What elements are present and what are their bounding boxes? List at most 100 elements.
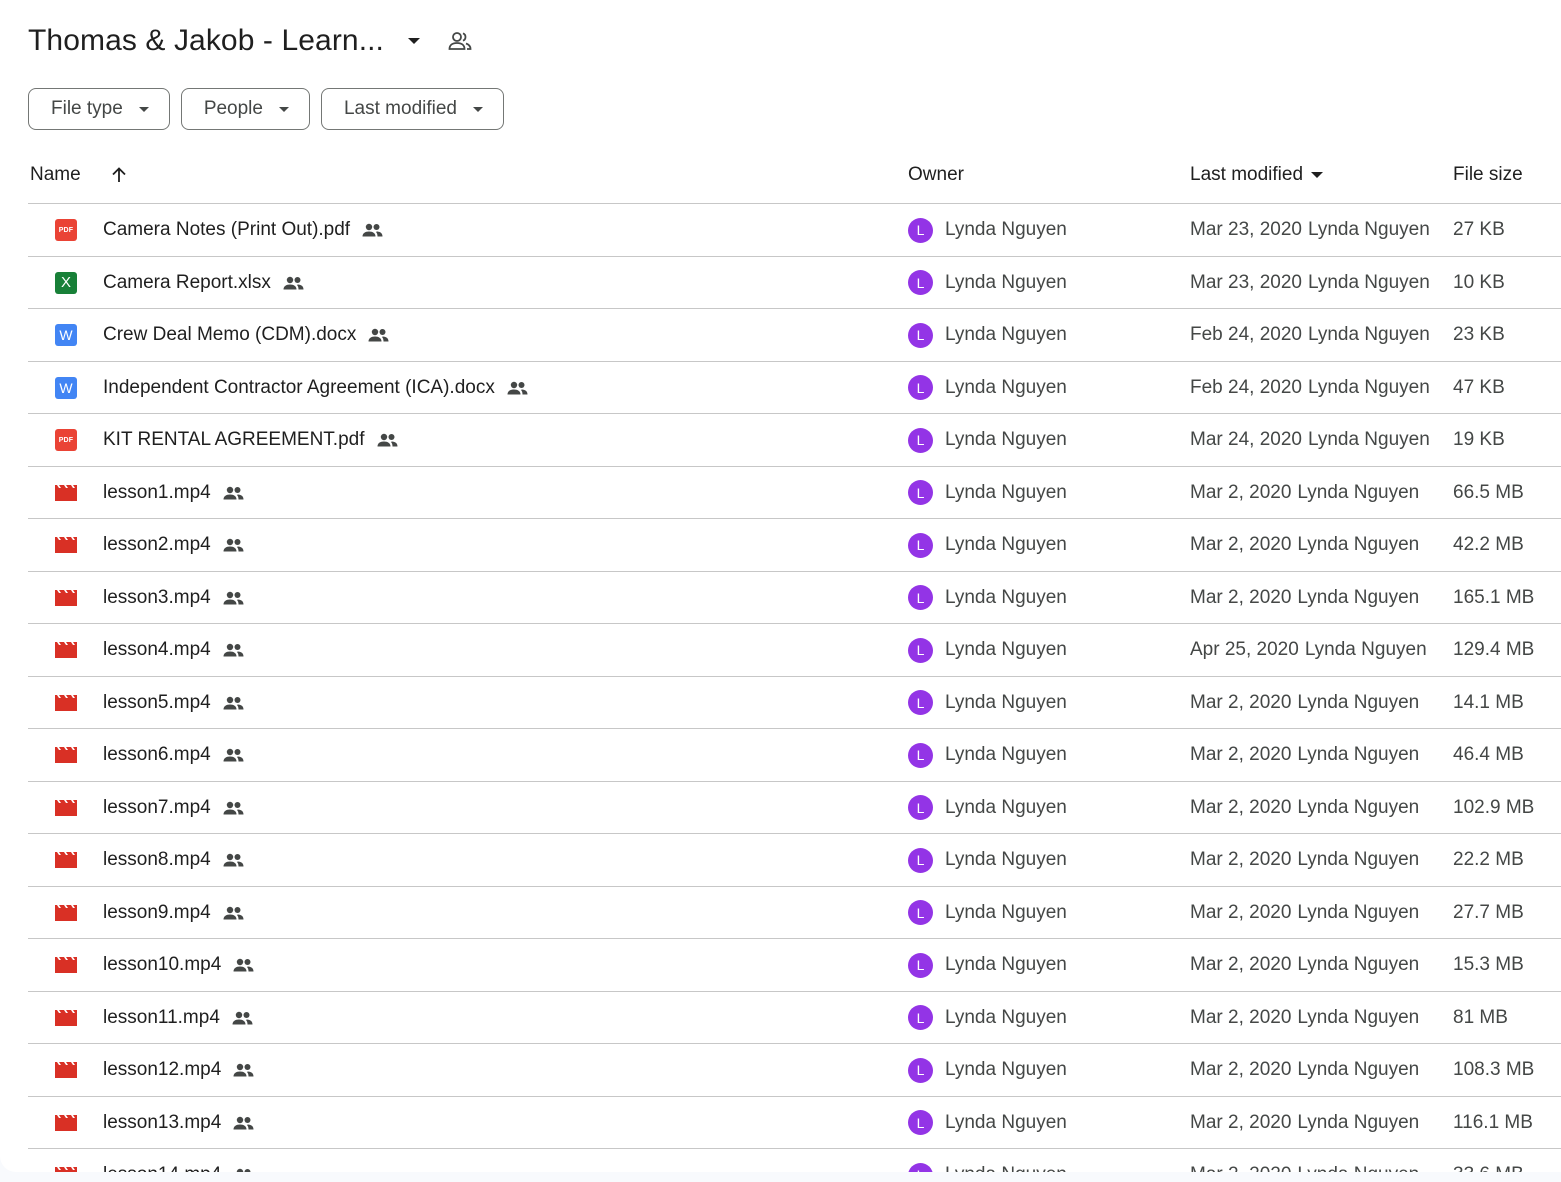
modified-by: Lynda Nguyen [1297,586,1420,608]
video-icon [54,745,78,765]
shared-icon [223,801,244,815]
file-name-cell[interactable]: lesson4.mp4 [103,624,244,676]
file-row[interactable]: W Crew Deal Memo (CDM).docx L Lynda Nguy… [28,309,1561,362]
file-name-cell[interactable]: lesson7.mp4 [103,782,244,834]
folder-menu-chevron-down-icon[interactable] [398,25,430,57]
video-icon [54,903,78,923]
file-name-cell[interactable]: Crew Deal Memo (CDM).docx [103,309,389,361]
file-name: lesson2.mp4 [103,534,211,555]
file-row[interactable]: lesson5.mp4 L Lynda Nguyen Mar 2, 2020 L… [28,677,1561,729]
file-name: lesson11.mp4 [103,1006,220,1028]
avatar[interactable]: L [908,585,933,610]
file-name-cell[interactable]: Independent Contractor Agreement (ICA).d… [103,362,528,414]
avatar[interactable]: L [908,217,933,243]
modified-by: Lynda Nguyen [1307,219,1430,240]
modified-by: Lynda Nguyen [1297,954,1420,975]
file-row[interactable]: lesson9.mp4 L Lynda Nguyen Mar 2, 2020 L… [28,887,1561,939]
file-name: lesson10.mp4 [103,954,222,975]
word-icon: W [55,324,77,346]
modified-date: Mar 2, 2020 [1190,849,1292,870]
file-name-cell[interactable]: lesson12.mp4 [103,1044,254,1096]
people-filter[interactable]: People [180,88,310,130]
avatar[interactable]: L [908,637,933,663]
excel-icon: X [55,271,77,294]
file-row[interactable]: lesson4.mp4 L Lynda Nguyen Apr 25, 2020 … [28,624,1561,677]
file-name-cell[interactable]: lesson13.mp4 [103,1097,254,1149]
owner-column-header[interactable]: Owner [908,164,964,186]
file-name-cell[interactable]: lesson9.mp4 [103,887,244,939]
last-modified-cell: Mar 2, 2020 Lynda Nguyen [1190,992,1419,1044]
file-row[interactable]: lesson7.mp4 L Lynda Nguyen Mar 2, 2020 L… [28,782,1561,834]
video-icon [54,1008,78,1028]
avatar[interactable]: L [908,1162,933,1172]
owner-cell: L Lynda Nguyen [908,1097,1067,1149]
shared-icon [233,958,254,972]
avatar[interactable]: L [908,322,933,348]
file-row[interactable]: lesson8.mp4 L Lynda Nguyen Mar 2, 2020 L… [28,834,1561,887]
file-name-cell[interactable]: lesson5.mp4 [103,677,244,729]
name-column-header[interactable]: Name [30,164,81,186]
avatar[interactable]: L [908,270,933,295]
avatar[interactable]: L [908,742,933,768]
avatar[interactable]: L [908,532,933,558]
file-type-filter[interactable]: File type [28,88,170,130]
file-name-cell[interactable]: lesson3.mp4 [103,572,244,624]
last-modified-column-header[interactable]: Last modified [1190,164,1324,186]
file-name-cell[interactable]: Camera Report.xlsx [103,257,304,309]
file-type-icon-cell [54,677,78,729]
last-modified-cell: Feb 24, 2020 Lynda Nguyen [1190,362,1430,414]
avatar[interactable]: L [908,952,933,978]
file-size-column-header[interactable]: File size [1453,164,1523,186]
file-row[interactable]: lesson10.mp4 L Lynda Nguyen Mar 2, 2020 … [28,939,1561,992]
avatar[interactable]: L [908,1057,933,1083]
file-name-cell[interactable]: Camera Notes (Print Out).pdf [103,204,383,256]
file-type-icon-cell [54,939,78,991]
file-name-cell[interactable]: lesson11.mp4 [103,992,253,1044]
file-row[interactable]: PDF Camera Notes (Print Out).pdf L Lynda… [28,204,1561,257]
file-row[interactable]: W Independent Contractor Agreement (ICA)… [28,362,1561,414]
file-name-cell[interactable]: lesson14.mp4 [103,1149,254,1172]
file-name-cell[interactable]: lesson2.mp4 [103,519,244,571]
file-size: 102.9 MB [1453,796,1535,818]
avatar[interactable]: L [908,480,933,505]
avatar[interactable]: L [908,375,933,400]
shared-people-icon[interactable] [444,25,476,57]
file-name-cell[interactable]: lesson10.mp4 [103,939,254,991]
file-row[interactable]: lesson6.mp4 L Lynda Nguyen Mar 2, 2020 L… [28,729,1561,782]
file-name-cell[interactable]: lesson6.mp4 [103,729,244,781]
file-name-cell[interactable]: KIT RENTAL AGREEMENT.pdf [103,414,398,466]
file-row[interactable]: X Camera Report.xlsx L Lynda Nguyen Mar … [28,257,1561,309]
owner-name: Lynda Nguyen [945,586,1067,608]
avatar[interactable]: L [908,847,933,873]
last-modified-cell: Mar 2, 2020 Lynda Nguyen [1190,467,1419,519]
avatar[interactable]: L [908,795,933,820]
file-row[interactable]: lesson2.mp4 L Lynda Nguyen Mar 2, 2020 L… [28,519,1561,572]
owner-name: Lynda Nguyen [945,376,1067,398]
avatar[interactable]: L [908,1005,933,1030]
modified-date: Mar 23, 2020 [1190,219,1302,240]
video-icon [54,850,78,870]
owner-cell: L Lynda Nguyen [908,677,1067,729]
file-type-icon-cell: X [54,257,78,309]
file-row[interactable]: lesson3.mp4 L Lynda Nguyen Mar 2, 2020 L… [28,572,1561,624]
avatar[interactable]: L [908,900,933,925]
avatar[interactable]: L [908,427,933,453]
file-name-cell[interactable]: lesson1.mp4 [103,467,244,519]
file-type-icon-cell [54,1044,78,1096]
file-row[interactable]: lesson13.mp4 L Lynda Nguyen Mar 2, 2020 … [28,1097,1561,1149]
folder-title[interactable]: Thomas & Jakob - Learn... [28,24,384,58]
owner-cell: L Lynda Nguyen [908,414,1067,466]
file-row[interactable]: lesson1.mp4 L Lynda Nguyen Mar 2, 2020 L… [28,467,1561,519]
file-row[interactable]: lesson11.mp4 L Lynda Nguyen Mar 2, 2020 … [28,992,1561,1044]
avatar[interactable]: L [908,690,933,715]
modified-by: Lynda Nguyen [1297,901,1420,923]
drive-folder-view: Thomas & Jakob - Learn... File type Peop… [0,0,1561,1172]
sort-ascending-arrow-icon[interactable] [108,164,130,186]
file-type-icon-cell [54,887,78,939]
avatar[interactable]: L [908,1110,933,1135]
file-row[interactable]: PDF KIT RENTAL AGREEMENT.pdf L Lynda Ngu… [28,414,1561,467]
file-row[interactable]: lesson14.mp4 L Lynda Nguyen Mar 2, 2020 … [28,1149,1561,1172]
file-row[interactable]: lesson12.mp4 L Lynda Nguyen Mar 2, 2020 … [28,1044,1561,1097]
last-modified-filter[interactable]: Last modified [320,88,504,130]
file-name-cell[interactable]: lesson8.mp4 [103,834,244,886]
